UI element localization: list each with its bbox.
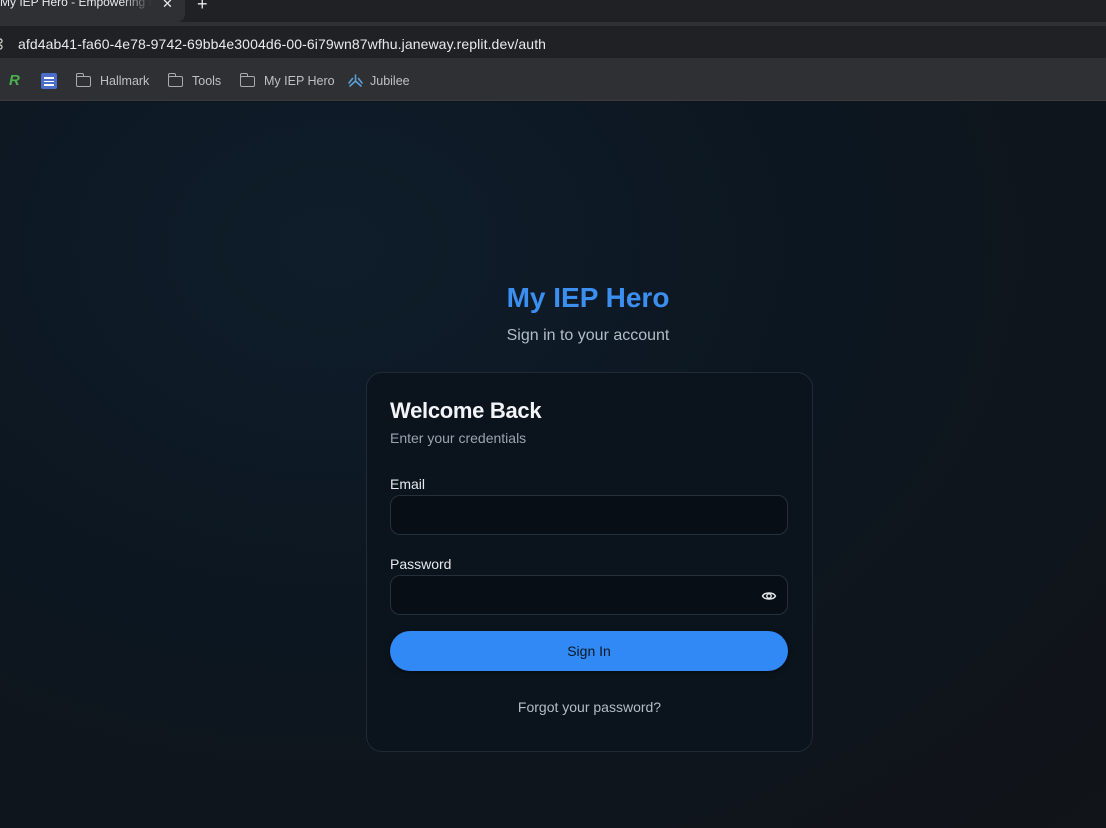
- bookmark-label: Hallmark: [100, 74, 150, 88]
- new-tab-button[interactable]: +: [197, 0, 208, 15]
- url-text[interactable]: afd4ab41-fa60-4e78-9742-69bb4e3004d6-00-…: [18, 36, 546, 52]
- email-field[interactable]: [390, 495, 788, 535]
- card-description: Enter your credentials: [390, 430, 527, 446]
- bookmarks-bar: [0, 62, 1106, 101]
- bookmark-label: Tools: [192, 74, 222, 88]
- show-password-icon[interactable]: [761, 588, 777, 604]
- page-subtitle: Sign in to your account: [506, 327, 670, 344]
- folder-icon: [167, 72, 183, 87]
- card-title: Welcome Back: [390, 398, 542, 423]
- email-label: Email: [390, 476, 426, 492]
- docs-bookmark-icon[interactable]: [41, 73, 57, 89]
- bookmark-label: Jubilee: [370, 74, 410, 88]
- forgot-password-link[interactable]: Forgot your password?: [367, 699, 812, 715]
- password-label: Password: [390, 556, 452, 572]
- browser-tab[interactable]: My IEP Hero - Empowering Parents ✕: [0, 0, 185, 22]
- bookmark-my-iep-hero[interactable]: My IEP Hero: [239, 72, 335, 90]
- login-card: Welcome Back Enter your credentials Emai…: [366, 372, 813, 752]
- bookmark-label: My IEP Hero: [264, 74, 335, 88]
- folder-icon: [239, 72, 255, 87]
- bookmark-jubilee[interactable]: Jubilee: [348, 72, 410, 90]
- brand-title: My IEP Hero: [506, 282, 670, 313]
- tab-strip: My IEP Hero - Empowering Parents ✕ +: [0, 0, 1106, 22]
- folder-icon: [75, 72, 91, 87]
- bookmark-hallmark[interactable]: Hallmark: [75, 72, 150, 90]
- auth-page: My IEP Hero Sign in to your account Welc…: [0, 102, 1106, 828]
- tab-title: My IEP Hero - Empowering Parents: [0, 0, 152, 9]
- close-tab-icon[interactable]: ✕: [162, 0, 173, 12]
- password-field[interactable]: [390, 575, 788, 615]
- jubilee-icon: [348, 74, 363, 87]
- sign-in-button[interactable]: Sign In: [390, 631, 788, 671]
- site-settings-icon[interactable]: [0, 38, 6, 50]
- bookmark-tools[interactable]: Tools: [167, 72, 222, 90]
- replit-bookmark-icon[interactable]: R: [9, 72, 20, 89]
